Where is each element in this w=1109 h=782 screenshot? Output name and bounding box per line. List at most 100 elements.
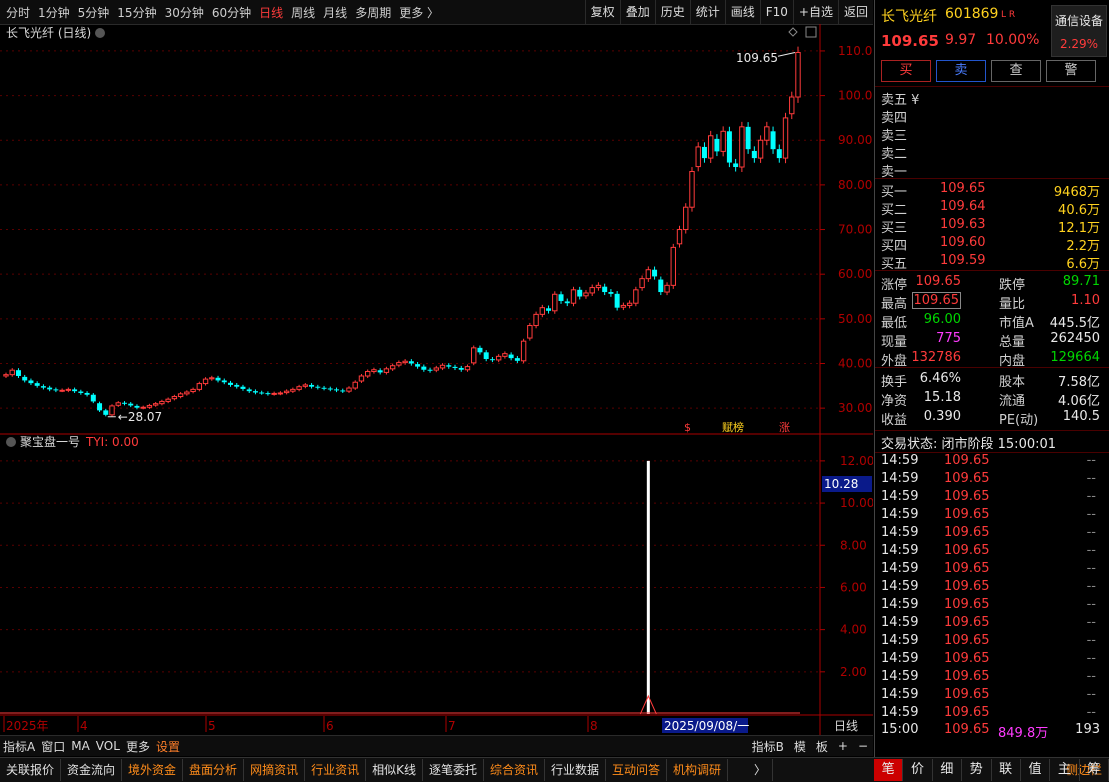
bottom-tab[interactable]: 资金流向 [61,759,123,781]
stat-label: 总量 [999,335,1026,350]
toolbar-button[interactable]: 画线 [724,0,760,24]
period-tab[interactable]: 多周期 [355,4,391,21]
buy-level-row[interactable]: 买二 109.64 40.6万 [875,199,1109,218]
candle-body [527,325,533,339]
indicator-tab[interactable]: VOL [93,739,123,753]
tick-time: 14:59 [881,633,919,648]
buy-level-row[interactable]: 买一 109.65 9468万 [875,181,1109,200]
bottom-tab[interactable]: 逐笔委托 [423,759,484,781]
toolbar-button[interactable]: 历史 [654,0,690,24]
trade-button[interactable]: 查 [991,60,1041,82]
period-tab[interactable]: 日线 [259,4,283,21]
toolbar-button[interactable]: 统计 [689,0,725,24]
period-tab[interactable]: 分时 [6,4,30,21]
panel-tab[interactable]: 笔 [874,759,904,781]
indicator-right-button[interactable]: 指标B [747,738,789,755]
stat-label: 涨停 [881,278,908,293]
price-tick-label: 90.00 [838,133,872,147]
stat-row: 涨停 109.65 跌停 89.71 [875,274,1109,293]
bottom-tab[interactable]: 关联报价 [0,759,62,781]
buy-level-row[interactable]: 买三 109.63 12.1万 [875,217,1109,236]
tick-price: 109.65 [944,615,990,630]
panel-tab[interactable]: 联 [992,759,1021,781]
bottom-tab[interactable]: 行业资讯 [305,759,367,781]
trade-button[interactable]: 警 [1046,60,1096,82]
panel-tab[interactable]: 势 [962,759,992,781]
buy-level-label: 买三 [881,221,908,236]
candle-body [352,381,358,389]
period-tab[interactable]: 5分钟 [78,4,110,21]
toolbar-button[interactable]: 复权 [584,0,620,24]
stock-code: 601869 [945,6,999,22]
price-tick-label: 40.00 [838,356,872,370]
indicator-tab[interactable]: 更多 [123,738,153,755]
toolbar-button[interactable]: +自选 [792,0,838,24]
period-tab[interactable]: 月线 [323,4,347,21]
toolbar-button[interactable]: 叠加 [619,0,655,24]
toolbar-button[interactable]: 返回 [837,0,873,24]
bottom-tab[interactable]: 境外资金 [122,759,184,781]
indicator-tick-label: 12.00 [840,454,873,468]
period-tab[interactable]: 15分钟 [117,4,156,21]
buy-level-volume: 9468万 [1053,185,1100,200]
price-tick-label: 70.00 [838,223,872,237]
candle-body [72,389,78,392]
indicator-tab[interactable]: 指标A [0,738,38,755]
candle-body [15,370,21,376]
buy-level-row[interactable]: 买四 109.60 2.2万 [875,235,1109,254]
tick-volume: -- [1086,561,1096,576]
bottom-tab[interactable]: 机构调研 [667,759,729,781]
trade-button[interactable]: 买 [881,60,931,82]
buy-level-price: 109.65 [940,181,986,196]
panel-tab[interactable]: 筹 [1080,759,1109,781]
candle-body [583,292,589,297]
panel-tab[interactable]: 细 [933,759,963,781]
indicator-right-button[interactable]: + [833,739,853,753]
candle-body [177,393,184,398]
period-tab[interactable]: 60分钟 [212,4,251,21]
buy-level-row[interactable]: 买五 109.59 6.6万 [875,253,1109,272]
tick-volume: -- [1086,507,1096,522]
candle-body [97,403,103,411]
indicator-right-button[interactable]: 板 [811,738,833,755]
period-tab[interactable]: 1分钟 [38,4,70,21]
stat-label: 最高 [881,297,908,312]
candle-body [701,146,707,159]
bottom-tab[interactable]: 综合资讯 [484,759,545,781]
stat-value: 262450 [1050,331,1100,346]
stat-row: 外盘 132786 内盘 129664 [875,350,1109,369]
toolbar-button[interactable]: F10 [759,0,793,24]
tick-price: 109.65 [944,453,990,468]
bottom-tab[interactable]: 互动问答 [606,759,668,781]
tick-time: 14:59 [881,579,919,594]
candle-body [664,284,670,293]
stat-label: 换手 [881,375,908,390]
indicator-right-button[interactable]: 模 [789,738,811,755]
bottom-tab[interactable]: 〉 [748,759,774,781]
panel-tab[interactable]: 价 [903,759,933,781]
bottom-tab[interactable]: 相似K线 [366,759,423,781]
bottom-tab[interactable]: 行业数据 [545,759,607,781]
tick-volume: -- [1086,597,1096,612]
period-tab[interactable]: 30分钟 [165,4,204,21]
period-tab[interactable]: 更多 〉 [399,4,439,21]
bottom-tab[interactable]: 网摘资讯 [244,759,306,781]
kline-chart[interactable]: 30.00 40.00 50.00 60.00 70.00 80.00 90.00 100.0… [0,24,873,735]
tick-row: 14:59 109.65 -- [875,669,1109,687]
trade-button[interactable]: 卖 [936,60,986,82]
indicator-tab[interactable]: 窗口 [38,738,68,755]
tick-time: 14:59 [881,597,919,612]
candle-body [190,388,196,393]
candle-body [602,286,608,293]
candle-body [290,388,296,392]
indicator-right-button[interactable]: − [853,739,873,753]
indicator-tab[interactable]: 设置 [153,738,183,755]
low-label: ←28.07 [118,410,162,424]
indicator-tab[interactable]: MA [68,739,93,753]
period-tab[interactable]: 周线 [291,4,315,21]
candle-body [22,376,28,381]
candle-body [140,406,146,409]
panel-tab[interactable]: 值 [1021,759,1051,781]
panel-tab[interactable]: 主 [1050,759,1080,781]
bottom-tab[interactable]: 盘面分析 [183,759,245,781]
